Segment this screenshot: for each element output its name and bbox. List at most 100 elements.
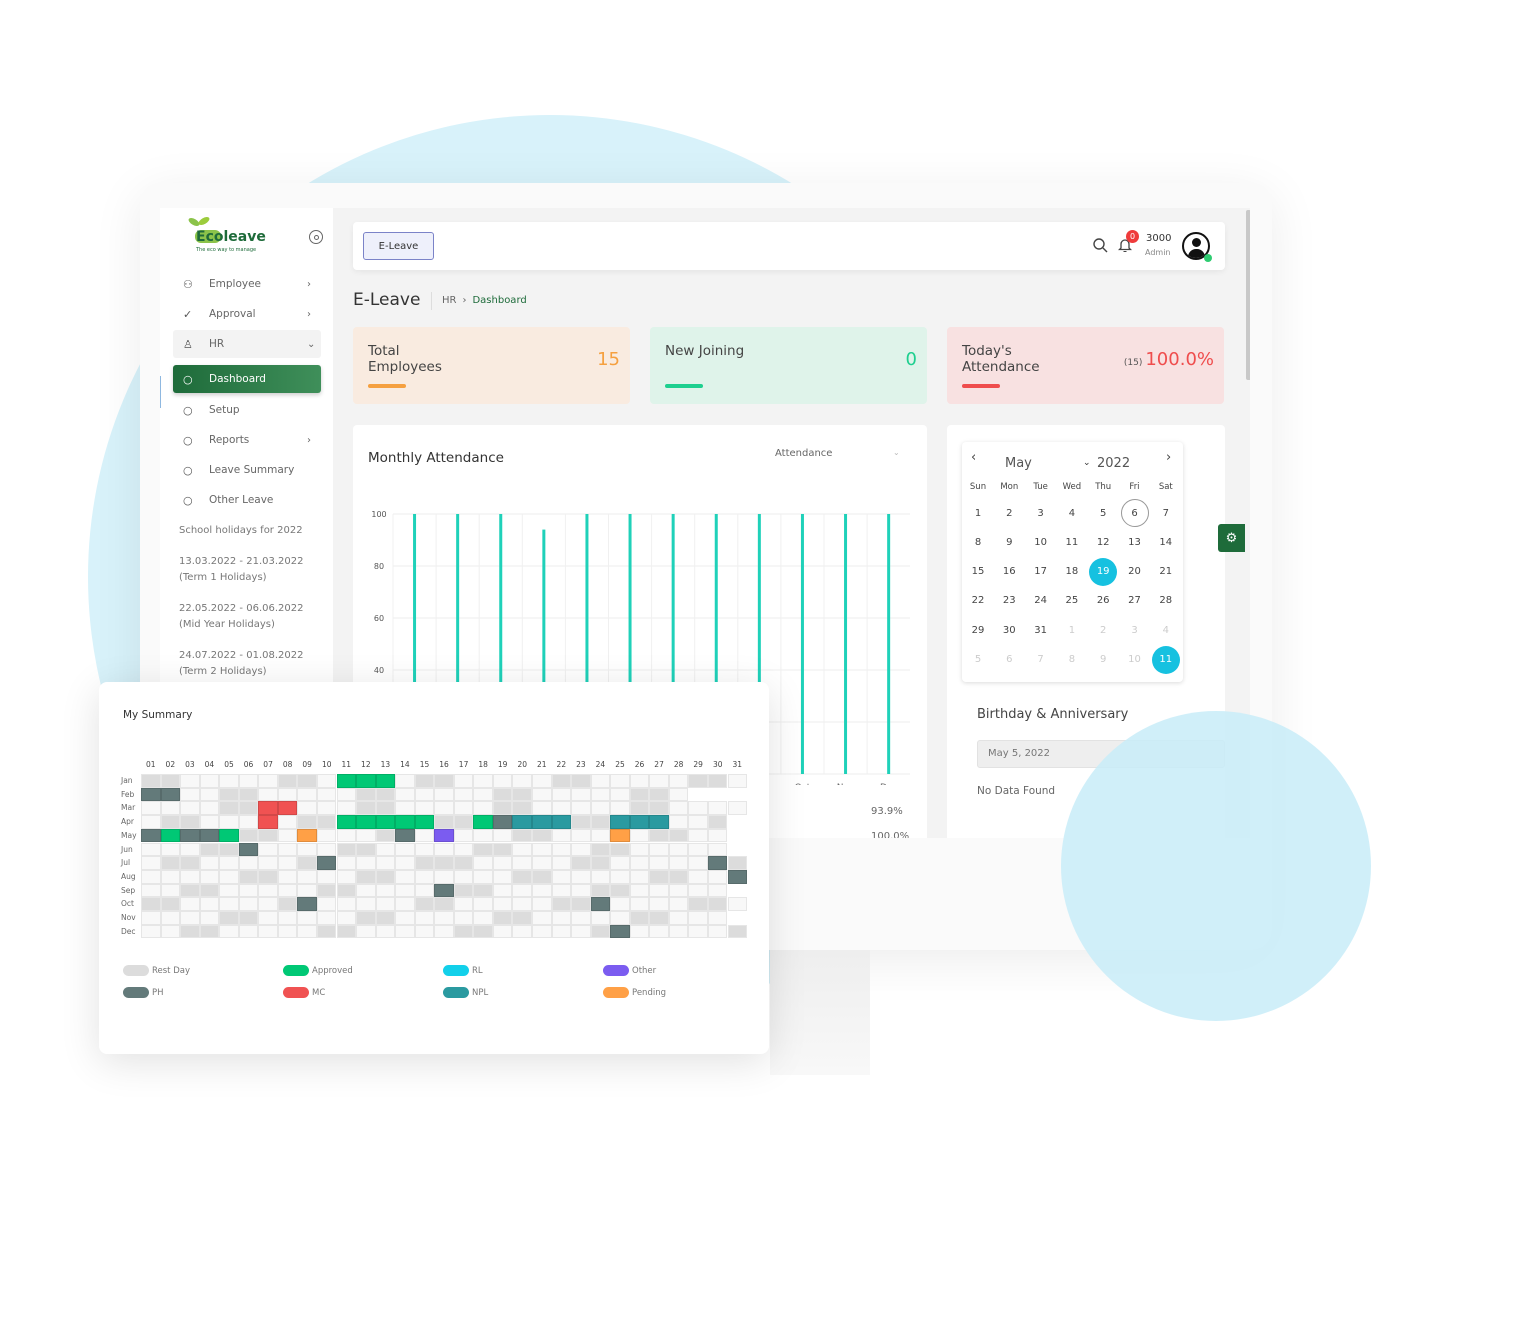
day-cell[interactable] <box>414 774 435 788</box>
day-cell[interactable] <box>277 911 298 925</box>
day-cell[interactable] <box>668 869 689 884</box>
day-cell[interactable] <box>141 924 161 939</box>
day-cell[interactable] <box>707 828 728 843</box>
day-cell[interactable] <box>434 883 454 898</box>
day-cell[interactable] <box>414 815 435 829</box>
day-cell[interactable] <box>238 774 259 788</box>
day-cell[interactable] <box>297 787 317 802</box>
day-cell[interactable] <box>375 787 396 802</box>
day-cell[interactable] <box>590 801 611 816</box>
day-cell[interactable] <box>668 842 689 857</box>
day-cell[interactable] <box>629 883 650 898</box>
day-cell[interactable] <box>610 911 630 925</box>
day-cell[interactable] <box>277 774 298 788</box>
day-cell[interactable] <box>141 787 161 802</box>
day-cell[interactable] <box>571 924 591 939</box>
day-cell[interactable] <box>453 842 474 857</box>
day-cell[interactable] <box>375 911 396 925</box>
day-cell[interactable] <box>297 842 317 857</box>
day-cell[interactable] <box>610 842 630 857</box>
day-cell[interactable] <box>356 856 376 870</box>
day-cell[interactable] <box>395 801 415 816</box>
day-cell[interactable] <box>453 774 474 788</box>
day-cell[interactable] <box>688 869 708 884</box>
calendar-day[interactable]: 24 <box>1027 587 1055 615</box>
day-cell[interactable] <box>336 869 357 884</box>
day-cell[interactable] <box>473 774 493 788</box>
day-cell[interactable] <box>238 897 259 911</box>
day-cell[interactable] <box>180 856 200 870</box>
day-cell[interactable] <box>219 801 239 816</box>
day-cell[interactable] <box>512 842 532 857</box>
day-cell[interactable] <box>238 869 259 884</box>
day-cell[interactable] <box>141 883 161 898</box>
day-cell[interactable] <box>395 924 415 939</box>
calendar-day[interactable]: 11 <box>1151 645 1180 674</box>
calendar-day[interactable]: 23 <box>995 587 1023 615</box>
day-cell[interactable] <box>414 883 435 898</box>
day-cell[interactable] <box>590 911 611 925</box>
day-cell[interactable] <box>336 897 357 911</box>
day-cell[interactable] <box>375 842 396 857</box>
day-cell[interactable] <box>180 924 200 939</box>
day-cell[interactable] <box>434 897 454 911</box>
day-cell[interactable] <box>160 869 181 884</box>
day-cell[interactable] <box>277 801 298 816</box>
day-cell[interactable] <box>258 842 278 857</box>
day-cell[interactable] <box>707 911 728 925</box>
day-cell[interactable] <box>336 883 357 898</box>
day-cell[interactable] <box>532 924 552 939</box>
day-cell[interactable] <box>492 924 513 939</box>
settings-gear-icon[interactable]: ⚙ <box>1218 524 1245 552</box>
day-cell[interactable] <box>258 815 278 829</box>
day-cell[interactable] <box>238 924 259 939</box>
day-cell[interactable] <box>551 856 572 870</box>
day-cell[interactable] <box>512 897 532 911</box>
day-cell[interactable] <box>571 828 591 843</box>
day-cell[interactable] <box>395 869 415 884</box>
day-cell[interactable] <box>492 911 513 925</box>
day-cell[interactable] <box>395 883 415 898</box>
day-cell[interactable] <box>238 787 259 802</box>
calendar-day[interactable]: 3 <box>1121 616 1149 644</box>
day-cell[interactable] <box>219 856 239 870</box>
day-cell[interactable] <box>707 883 728 898</box>
day-cell[interactable] <box>375 924 396 939</box>
day-cell[interactable] <box>590 856 611 870</box>
day-cell[interactable] <box>277 924 298 939</box>
day-cell[interactable] <box>492 828 513 843</box>
day-cell[interactable] <box>473 787 493 802</box>
day-cell[interactable] <box>375 815 396 829</box>
day-cell[interactable] <box>532 828 552 843</box>
logo[interactable]: Ecoleave The eco way to manage <box>184 214 266 254</box>
next-month-icon[interactable]: › <box>1166 450 1171 465</box>
day-cell[interactable] <box>336 911 357 925</box>
day-cell[interactable] <box>199 924 220 939</box>
day-cell[interactable] <box>219 815 239 829</box>
day-cell[interactable] <box>356 828 376 843</box>
day-cell[interactable] <box>297 883 317 898</box>
day-cell[interactable] <box>316 801 337 816</box>
sidebar-item-dashboard[interactable]: ○ Dashboard <box>173 365 321 393</box>
day-cell[interactable] <box>649 856 669 870</box>
calendar-day[interactable]: 5 <box>964 646 992 674</box>
day-cell[interactable] <box>297 897 317 911</box>
day-cell[interactable] <box>707 815 728 829</box>
day-cell[interactable] <box>297 924 317 939</box>
day-cell[interactable] <box>238 828 259 843</box>
day-cell[interactable] <box>512 801 532 816</box>
sidebar-item-employee[interactable]: ⚇ Employee › <box>173 270 321 298</box>
day-cell[interactable] <box>297 815 317 829</box>
day-cell[interactable] <box>238 856 259 870</box>
day-cell[interactable] <box>590 924 611 939</box>
calendar-day[interactable]: 1 <box>1058 616 1086 644</box>
day-cell[interactable] <box>492 774 513 788</box>
day-cell[interactable] <box>551 828 572 843</box>
day-cell[interactable] <box>688 774 708 788</box>
day-cell[interactable] <box>199 856 220 870</box>
day-cell[interactable] <box>707 842 728 857</box>
calendar-day[interactable]: 21 <box>1152 558 1180 586</box>
day-cell[interactable] <box>453 924 474 939</box>
day-cell[interactable] <box>219 911 239 925</box>
day-cell[interactable] <box>590 787 611 802</box>
